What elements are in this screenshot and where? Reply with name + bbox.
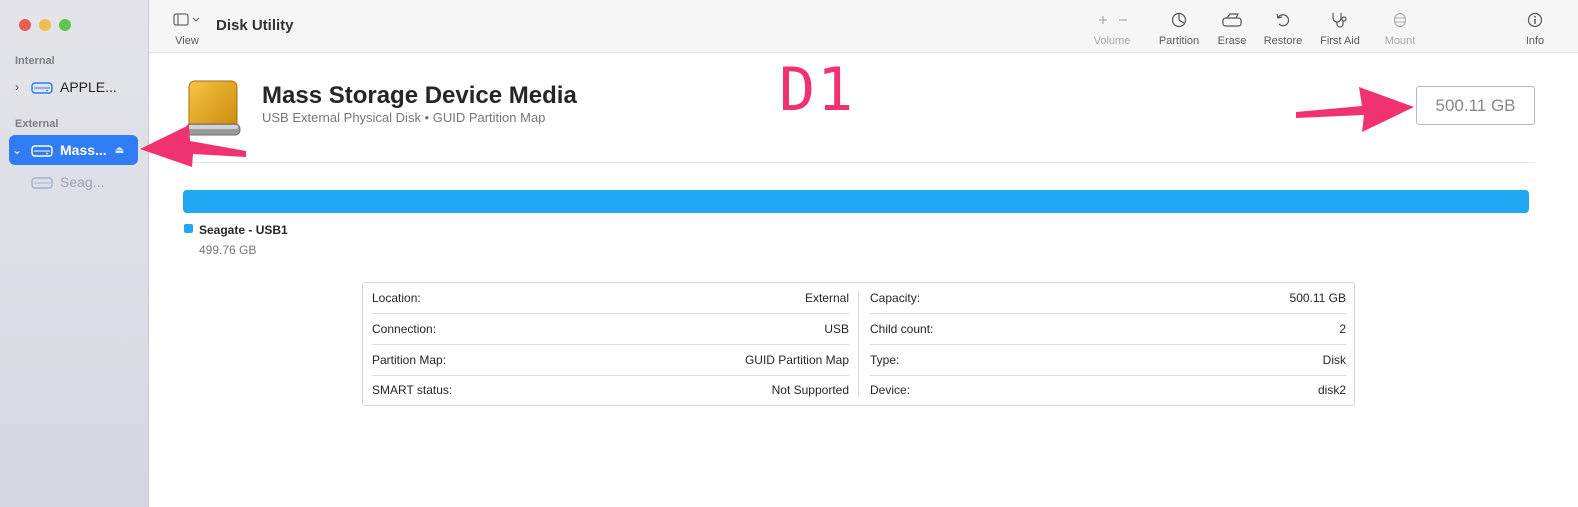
info-label: Type: [870,353,900,367]
external-disk-icon [31,145,53,157]
info-value: 2 [1339,322,1346,336]
device-name: Mass Storage Device Media [262,82,577,109]
annotation-label: D1 [779,55,856,125]
info-value: Disk [1322,353,1346,367]
first-aid-button[interactable]: First Aid [1316,10,1364,47]
info-table: Location: External Connection: USB Parti… [362,282,1355,406]
info-row-location: Location: External [372,283,849,314]
info-button[interactable]: Info [1519,10,1551,47]
info-row-connection: Connection: USB [372,314,849,345]
partition-pie-icon [1171,12,1187,28]
info-row-type: Type: Disk [870,345,1346,376]
sidebar-toggle-icon [173,13,200,26]
info-label: Info [1525,35,1545,47]
chevron-right-icon[interactable]: › [9,80,25,94]
volume-label: Volume [1093,35,1131,47]
mount-icon [1393,12,1407,28]
mount-button[interactable]: Mount [1381,10,1419,47]
external-drive-icon [185,80,241,136]
zoom-window-button[interactable] [59,19,71,31]
info-label: Location: [372,291,421,305]
volume-icon [31,177,53,189]
volume-button[interactable]: Volume [1091,10,1133,47]
internal-disk-icon [31,82,53,94]
sidebar-section-internal: Internal [15,55,55,67]
partition-color-swatch [184,224,193,233]
sidebar-item-mass-storage[interactable]: ⌄ Mass... ⏏ [9,135,138,165]
info-icon [1527,12,1543,28]
info-column-left: Location: External Connection: USB Parti… [363,283,857,405]
sidebar-item-apple-disk[interactable]: › APPLE... [9,72,138,102]
toolbar: View Disk Utility Volume Partition Erase… [149,0,1578,53]
info-column-right: Capacity: 500.11 GB Child count: 2 Type:… [861,283,1354,405]
info-label: Child count: [870,322,934,336]
partition-label: Partition [1158,35,1200,47]
info-value: disk2 [1317,383,1346,397]
info-value: GUID Partition Map [744,353,849,367]
sidebar-item-label: Seag... [60,174,105,190]
sidebar: Internal › APPLE... External ⌄ Mass... ⏏… [0,0,149,507]
minimize-window-button[interactable] [39,19,51,31]
info-row-child-count: Child count: 2 [870,314,1346,345]
erase-button[interactable]: Erase [1216,10,1248,47]
capacity-badge: 500.11 GB [1416,86,1535,125]
eject-icon[interactable]: ⏏ [115,145,124,156]
info-label: Device: [870,383,911,397]
info-label: Partition Map: [372,353,447,367]
mount-label: Mount [1384,35,1416,47]
erase-label: Erase [1217,35,1247,47]
info-label: Connection: [372,322,437,336]
info-row-partition-map: Partition Map: GUID Partition Map [372,345,849,376]
plus-minus-icon [1099,16,1127,24]
restore-button[interactable]: Restore [1263,10,1303,47]
view-button[interactable]: View [169,10,205,47]
view-label: View [175,35,199,47]
info-row-capacity: Capacity: 500.11 GB [870,283,1346,314]
info-label: Capacity: [870,291,921,305]
header-divider [183,162,1535,163]
sidebar-item-label: Mass... [60,142,107,158]
partition-size: 499.76 GB [199,243,257,257]
partition-name: Seagate - USB1 [199,223,288,237]
main-content: Mass Storage Device Media USB External P… [149,53,1578,507]
device-subtitle: USB External Physical Disk • GUID Partit… [262,110,546,125]
first-aid-label: First Aid [1320,35,1360,47]
stethoscope-icon [1332,13,1347,28]
erase-disk-icon [1222,13,1242,27]
info-row-smart-status: SMART status: Not Supported [372,375,849,405]
column-divider [858,291,859,397]
partition-button[interactable]: Partition [1156,10,1202,47]
close-window-button[interactable] [19,19,31,31]
sidebar-section-external: External [15,118,59,130]
info-value: USB [824,322,849,336]
sidebar-item-label: APPLE... [60,79,117,95]
info-value: External [804,291,849,305]
sidebar-item-seagate-volume[interactable]: Seag... [25,167,138,197]
info-label: SMART status: [372,383,453,397]
info-row-device: Device: disk2 [870,375,1346,405]
info-value: 500.11 GB [1289,291,1346,305]
restore-label: Restore [1263,35,1303,47]
chevron-down-icon[interactable]: ⌄ [9,143,25,157]
partition-usage-bar [183,190,1529,213]
info-value: Not Supported [771,383,849,397]
window-title: Disk Utility [216,17,294,34]
restore-arrow-icon [1276,13,1290,27]
